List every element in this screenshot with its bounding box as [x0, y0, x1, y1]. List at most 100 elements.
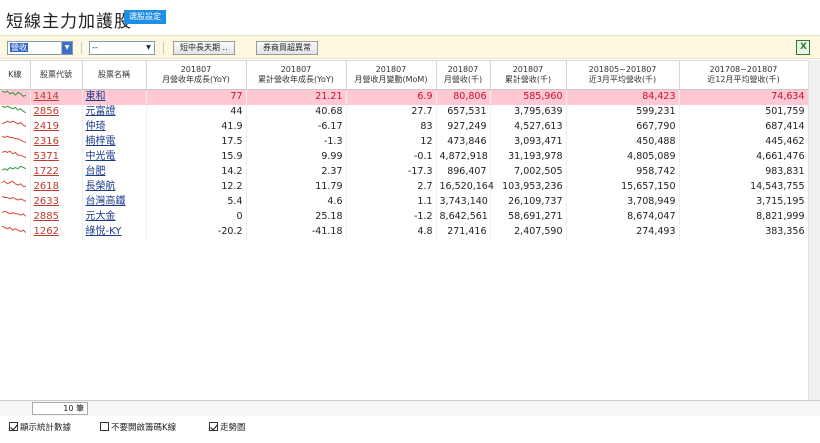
sparkline-cell[interactable] [0, 194, 31, 210]
sparkline-cell[interactable] [0, 179, 31, 195]
sparkline-path [1, 105, 27, 113]
vertical-scrollbar[interactable] [808, 60, 820, 400]
column-header-line2: 累計營收年成長(YoY) [258, 74, 334, 84]
table-cell-mom: 6.9 [346, 89, 437, 105]
table-row[interactable]: 2316 楠梓電 17.5 -1.3 12 473,846 3,093,471 450,488… [0, 134, 809, 150]
stock-code-link[interactable]: 1722 [30, 164, 83, 180]
stock-name-link[interactable]: 元富證 [82, 104, 147, 120]
excel-export-icon[interactable] [796, 40, 810, 55]
stock-name-link[interactable]: 元大金 [82, 209, 147, 225]
stock-table: K線 股票代號 股票名稱 201807 月營收年成長(YoY) 201807 累計營收年成長… [0, 61, 809, 240]
table-cell-cum-rev: 7,002,505 [490, 164, 567, 180]
table-cell-yoy: 0 [146, 209, 247, 225]
stock-pick-settings-button[interactable]: 選股設定 [124, 10, 166, 24]
stock-table-container: K線 股票代號 股票名稱 201807 月營收年成長(YoY) 201807 累計營收年成長… [0, 60, 820, 400]
trend-chart-option[interactable]: 走勢圖 [209, 422, 246, 433]
column-header[interactable]: 201807 月營收月變動(MoM) [346, 61, 437, 90]
table-cell-yoy: 41.9 [146, 119, 247, 135]
stock-name-link[interactable]: 台灣高鐵 [82, 194, 147, 210]
column-header-line2: 近12月平均營收(千) [707, 74, 780, 84]
table-cell-avg3: 84,423 [566, 89, 680, 105]
stock-code-link[interactable]: 1414 [30, 89, 83, 105]
column-header-line2: 月營收年成長(YoY) [162, 74, 230, 84]
table-row[interactable]: 2633 台灣高鐵 5.4 4.6 1.1 3,743,140 26,109,737 3,70… [0, 194, 809, 210]
trend-chart-label: 走勢圖 [220, 423, 246, 433]
table-row[interactable]: 1262 綠悅-KY -20.2 -41.18 4.8 271,416 2,407,590 2… [0, 224, 809, 240]
table-cell-yoy: 44 [146, 104, 247, 120]
no-broker-option[interactable]: 不要開啟籌碼K線 [100, 422, 176, 433]
checkbox-icon[interactable] [100, 422, 109, 431]
period-button[interactable]: 短中長天期 .. [173, 41, 235, 55]
stock-code-link[interactable]: 2316 [30, 134, 83, 150]
sparkline-cell[interactable] [0, 104, 31, 120]
column-header[interactable]: 股票名稱 [82, 61, 147, 90]
table-row[interactable]: 1414 東和 77 21.21 6.9 80,806 585,960 84,423 74,63… [0, 89, 809, 105]
table-row[interactable]: 2856 元富證 44 40.68 27.7 657,531 3,795,639 599,23… [0, 104, 809, 120]
column-header[interactable]: K線 [0, 61, 31, 90]
table-cell-avg3: 3,708,949 [566, 194, 680, 210]
stock-code-link[interactable]: 2885 [30, 209, 83, 225]
table-row[interactable]: 2419 仲琦 41.9 -6.17 83 927,249 4,527,613 667,790… [0, 119, 809, 135]
stock-code-link[interactable]: 1262 [30, 224, 83, 240]
table-cell-cum-rev: 585,960 [490, 89, 567, 105]
sparkline-cell[interactable] [0, 89, 31, 105]
stock-name-link[interactable]: 東和 [82, 89, 147, 105]
category-select-value: 營收 [10, 43, 28, 52]
column-header[interactable]: 201807 月營收(千) [436, 61, 491, 90]
second-select[interactable]: -- ▼ [89, 41, 155, 55]
stock-code-link[interactable]: 5371 [30, 149, 83, 165]
stock-name-link[interactable]: 綠悅-KY [82, 224, 147, 240]
column-header[interactable]: 201807 累計營收年成長(YoY) [246, 61, 347, 90]
stock-name-link[interactable]: 中光電 [82, 149, 147, 165]
sparkline-path [1, 225, 27, 233]
table-row[interactable]: 5371 中光電 15.9 9.99 -0.1 4,872,918 31,193,978 4,… [0, 149, 809, 165]
table-cell-avg12: 14,543,755 [679, 179, 809, 195]
second-select-value: -- [92, 43, 98, 52]
table-cell-mom: -0.1 [346, 149, 437, 165]
sparkline-path [1, 180, 26, 187]
options-bar: 顯示統計數據 不要開啟籌碼K線 走勢圖 [0, 418, 820, 443]
column-header[interactable]: 201807 累計營收(千) [490, 61, 567, 90]
sparkline-cell[interactable] [0, 134, 31, 150]
table-cell-yoy: 15.9 [146, 149, 247, 165]
sparkline-cell[interactable] [0, 149, 31, 165]
checkbox-icon[interactable] [9, 422, 18, 431]
sparkline-cell[interactable] [0, 164, 31, 180]
table-row[interactable]: 2618 長榮航 12.2 11.79 2.7 16,520,164 103,953,236… [0, 179, 809, 195]
stock-name-link[interactable]: 楠梓電 [82, 134, 147, 150]
stock-name-link[interactable]: 仲琦 [82, 119, 147, 135]
stock-code-link[interactable]: 2618 [30, 179, 83, 195]
sparkline-cell[interactable] [0, 224, 31, 240]
table-row[interactable]: 2885 元大金 0 25.18 -1.2 8,642,561 58,691,271 8,67… [0, 209, 809, 225]
column-header-line1: 201807 [180, 64, 212, 74]
table-cell-avg12: 445,462 [679, 134, 809, 150]
table-row[interactable]: 1722 台肥 14.2 2.37 -17.3 896,407 7,002,505 958,7… [0, 164, 809, 180]
column-header-line2: 近3月平均營收(千) [588, 74, 657, 84]
table-cell-avg3: 667,790 [566, 119, 680, 135]
table-cell-cum-rev: 31,193,978 [490, 149, 567, 165]
table-cell-mom: 1.1 [346, 194, 437, 210]
show-stats-option[interactable]: 顯示統計數據 [9, 422, 71, 433]
broker-abnormal-button[interactable]: 券商買超異常 [256, 41, 318, 55]
sparkline-cell[interactable] [0, 119, 31, 135]
column-header[interactable]: 201807 月營收年成長(YoY) [146, 61, 247, 90]
category-select[interactable]: 營收 ▼ [7, 41, 73, 55]
stock-name-link[interactable]: 台肥 [82, 164, 147, 180]
table-cell-avg3: 274,493 [566, 224, 680, 240]
column-header[interactable]: 201708~201807 近12月平均營收(千) [679, 61, 809, 90]
sparkline-icon [1, 165, 27, 171]
sparkline-icon [1, 180, 26, 187]
checkbox-icon[interactable] [209, 422, 218, 431]
sparkline-cell[interactable] [0, 209, 31, 225]
stock-code-link[interactable]: 2856 [30, 104, 83, 120]
stock-code-link[interactable]: 2419 [30, 119, 83, 135]
column-header[interactable]: 201805~201807 近3月平均營收(千) [566, 61, 680, 90]
stock-name-link[interactable]: 長榮航 [82, 179, 147, 195]
sparkline-icon [1, 150, 27, 158]
column-header-line1: 201807 [447, 64, 479, 74]
stock-code-link[interactable]: 2633 [30, 194, 83, 210]
sparkline-icon [1, 225, 27, 233]
table-cell-avg12: 383,356 [679, 224, 809, 240]
column-header[interactable]: 股票代號 [30, 61, 83, 90]
table-header-row: K線 股票代號 股票名稱 201807 月營收年成長(YoY) 201807 累計營收年成長… [0, 61, 809, 90]
